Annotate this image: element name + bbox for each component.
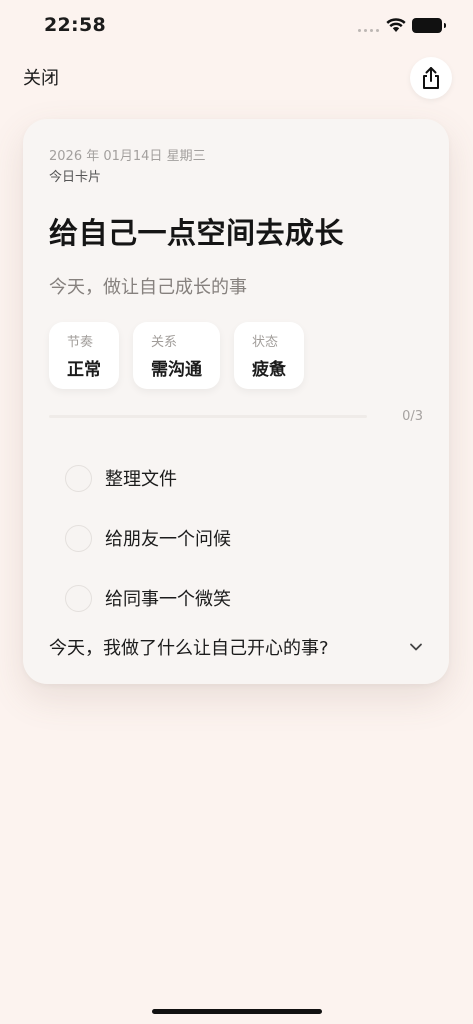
share-icon [423, 67, 439, 89]
tag-value: 疲惫 [252, 360, 286, 380]
tag-relationship: 关系 需沟通 [133, 322, 220, 389]
chevron-down-icon [410, 643, 422, 651]
wifi-icon [386, 18, 406, 32]
card-date: 2026 年 01月14日 星期三 [49, 149, 206, 164]
tag-label: 状态 [252, 335, 279, 350]
task-label: 给朋友一个问候 [105, 529, 231, 550]
reflection-question: 今天，我做了什么让自己开心的事? [49, 638, 329, 659]
daily-card: 2026 年 01月14日 星期三 今日卡片 给自己一点空间去成长 今天，做让自… [23, 119, 449, 684]
tag-state: 状态 疲惫 [234, 322, 304, 389]
card-kind-label: 今日卡片 [49, 170, 102, 185]
checkbox-circle[interactable] [65, 584, 92, 612]
task-label: 整理文件 [105, 469, 177, 490]
checkbox-circle[interactable] [65, 524, 92, 552]
task-item-greet-friend[interactable]: 给朋友一个问候 [65, 508, 405, 568]
tag-rhythm: 节奏 正常 [49, 322, 119, 389]
progress-bar [49, 415, 367, 418]
close-button[interactable]: 关闭 [23, 64, 59, 90]
battery-icon [412, 18, 446, 33]
checkbox-circle[interactable] [65, 464, 92, 492]
home-indicator[interactable] [152, 1009, 322, 1014]
task-label: 给同事一个微笑 [105, 589, 231, 610]
card-title: 给自己一点空间去成长 [49, 216, 345, 250]
tag-value: 需沟通 [151, 360, 202, 380]
tag-label: 关系 [151, 335, 178, 350]
task-list: 整理文件 给朋友一个问候 给同事一个微笑 [65, 448, 405, 628]
progress-count: 0/3 [402, 409, 423, 424]
screen: 22:58 关闭 2026 年 01月14日 星期三 今日卡片 给自己一点空间去… [0, 0, 473, 1024]
task-item-smile-colleague[interactable]: 给同事一个微笑 [65, 568, 405, 628]
reflection-question-toggle[interactable]: 今天，我做了什么让自己开心的事? [49, 629, 423, 665]
tag-value: 正常 [67, 360, 101, 380]
tag-row: 节奏 正常 关系 需沟通 状态 疲惫 [49, 322, 304, 389]
tag-label: 节奏 [67, 335, 94, 350]
card-subtitle: 今天，做让自己成长的事 [49, 277, 247, 298]
cellular-signal-icon [358, 29, 379, 32]
status-time: 22:58 [44, 14, 106, 36]
share-button[interactable] [410, 57, 452, 99]
status-bar: 22:58 [0, 0, 473, 54]
task-item-organize-files[interactable]: 整理文件 [65, 448, 405, 508]
